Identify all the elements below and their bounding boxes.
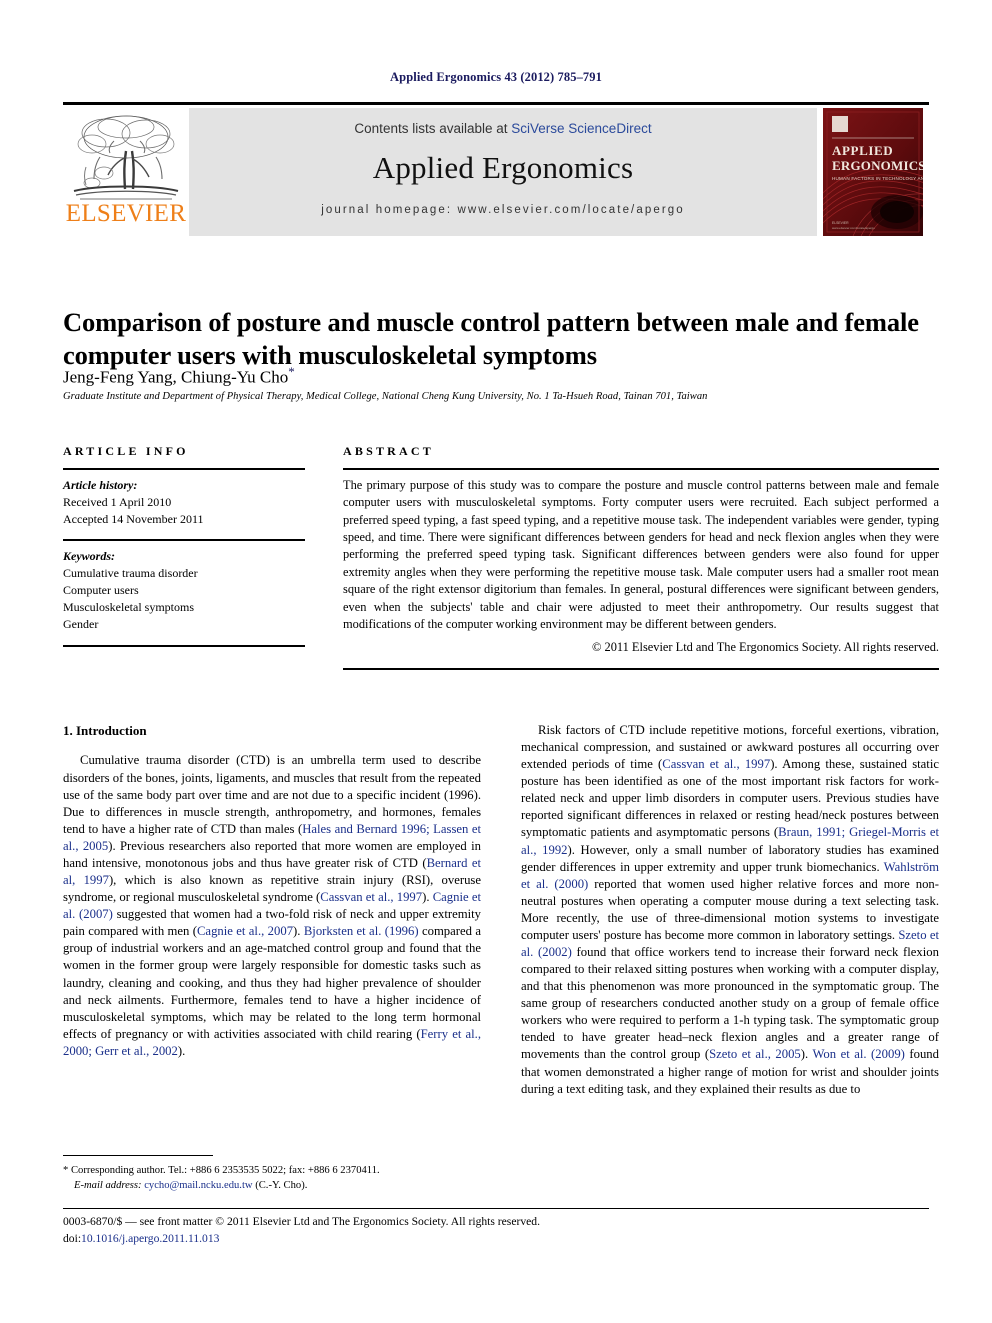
contents-prefix: Contents lists available at <box>354 121 512 136</box>
footnote-line-2: E-mail address: cycho@mail.ncku.edu.tw (… <box>63 1178 481 1193</box>
divider <box>63 468 305 470</box>
divider <box>63 539 305 542</box>
svg-text:ERGONOMICS: ERGONOMICS <box>832 158 923 173</box>
divider <box>63 645 305 648</box>
footnote-divider <box>63 1155 213 1156</box>
footnote-contact: Corresponding author. Tel.: +886 6 23535… <box>70 1165 380 1176</box>
corresponding-author-marker: * <box>288 364 295 379</box>
divider <box>343 468 939 470</box>
elsevier-tree-icon <box>70 111 182 203</box>
section-heading-introduction: 1. Introduction <box>63 723 147 738</box>
article-history-label: Article history: <box>63 478 138 492</box>
footnote-marker: * <box>63 1165 69 1176</box>
svg-text:www.elsevier.com/locate/apergo: www.elsevier.com/locate/apergo <box>832 226 875 230</box>
corresponding-author-footnote: * Corresponding author. Tel.: +886 6 235… <box>63 1163 481 1194</box>
running-head: Applied Ergonomics 43 (2012) 785–791 <box>390 70 602 84</box>
elsevier-logo: ELSEVIER <box>63 108 189 236</box>
article-info-heading: ARTICLE INFO <box>63 444 189 458</box>
svg-text:APPLIED: APPLIED <box>832 143 893 158</box>
abstract-text: The primary purpose of this study was to… <box>343 478 939 631</box>
journal-cover-art: APPLIED ERGONOMICS HUMAN FACTORS IN TECH… <box>823 108 923 236</box>
author-list: Jeng-Feng Yang, Chiung-Yu Cho* <box>63 364 939 388</box>
keyword-item: Gender <box>63 617 99 632</box>
issn-line: 0003-6870/$ — see front matter © 2011 El… <box>63 1215 540 1228</box>
doi-line: doi:10.1016/j.apergo.2011.11.013 <box>63 1231 763 1248</box>
footnote-line-1: * Corresponding author. Tel.: +886 6 235… <box>63 1163 481 1178</box>
email-label: E-mail address: <box>74 1180 142 1192</box>
journal-homepage-link[interactable]: journal homepage: www.elsevier.com/locat… <box>321 204 685 216</box>
article-history-accepted: Accepted 14 November 2011 <box>63 512 204 527</box>
sciencedirect-link[interactable]: SciVerse ScienceDirect <box>511 121 651 136</box>
doi-label: doi: <box>63 1231 82 1245</box>
paper-page: Applied Ergonomics 43 (2012) 785–791 ELS… <box>0 0 992 1323</box>
affiliation: Graduate Institute and Department of Phy… <box>63 391 708 402</box>
author-names: Jeng-Feng Yang, Chiung-Yu Cho <box>63 367 289 387</box>
footer-divider <box>63 1208 929 1209</box>
body-column-left: 1. Introduction Cumulative trauma disord… <box>63 722 481 1060</box>
abstract-heading: ABSTRACT <box>343 444 434 458</box>
article-history-received: Received 1 April 2010 <box>63 495 172 510</box>
contents-list-line: Contents lists available at SciVerse Sci… <box>354 121 651 136</box>
journal-masthead: ELSEVIER Contents lists available at Sci… <box>63 102 929 236</box>
introduction-paragraph-left: Cumulative trauma disorder (CTD) is an u… <box>63 753 482 1058</box>
elsevier-wordmark: ELSEVIER <box>65 200 187 227</box>
divider <box>343 668 939 671</box>
doi-link[interactable]: 10.1016/j.apergo.2011.11.013 <box>81 1232 219 1245</box>
journal-cover-thumbnail: APPLIED ERGONOMICS HUMAN FACTORS IN TECH… <box>817 108 929 236</box>
colophon: 0003-6870/$ — see front matter © 2011 El… <box>63 1214 763 1248</box>
abstract-box: ABSTRACT The primary purpose of this stu… <box>343 444 939 671</box>
page-title: Comparison of posture and muscle control… <box>63 306 919 371</box>
email-owner: (C.-Y. Cho). <box>255 1180 308 1192</box>
journal-band: Contents lists available at SciVerse Sci… <box>189 108 817 236</box>
svg-text:HUMAN FACTORS IN TECHNOLOGY AN: HUMAN FACTORS IN TECHNOLOGY AND SOCIETY <box>832 176 923 181</box>
journal-title: Applied Ergonomics <box>372 150 634 185</box>
keyword-item: Cumulative trauma disorder <box>63 566 198 581</box>
body-column-right: Risk factors of CTD include repetitive m… <box>521 722 939 1098</box>
keywords-label: Keywords: <box>63 549 115 564</box>
introduction-paragraph-right: Risk factors of CTD include repetitive m… <box>521 723 939 1096</box>
article-info-box: ARTICLE INFO Article history: Received 1… <box>63 444 305 648</box>
email-link[interactable]: cycho@mail.ncku.edu.tw <box>144 1180 252 1191</box>
keyword-item: Musculoskeletal symptoms <box>63 600 194 615</box>
keyword-item: Computer users <box>63 583 139 598</box>
svg-text:ELSEVIER: ELSEVIER <box>832 221 849 225</box>
copyright-line: © 2011 Elsevier Ltd and The Ergonomics S… <box>592 640 939 655</box>
